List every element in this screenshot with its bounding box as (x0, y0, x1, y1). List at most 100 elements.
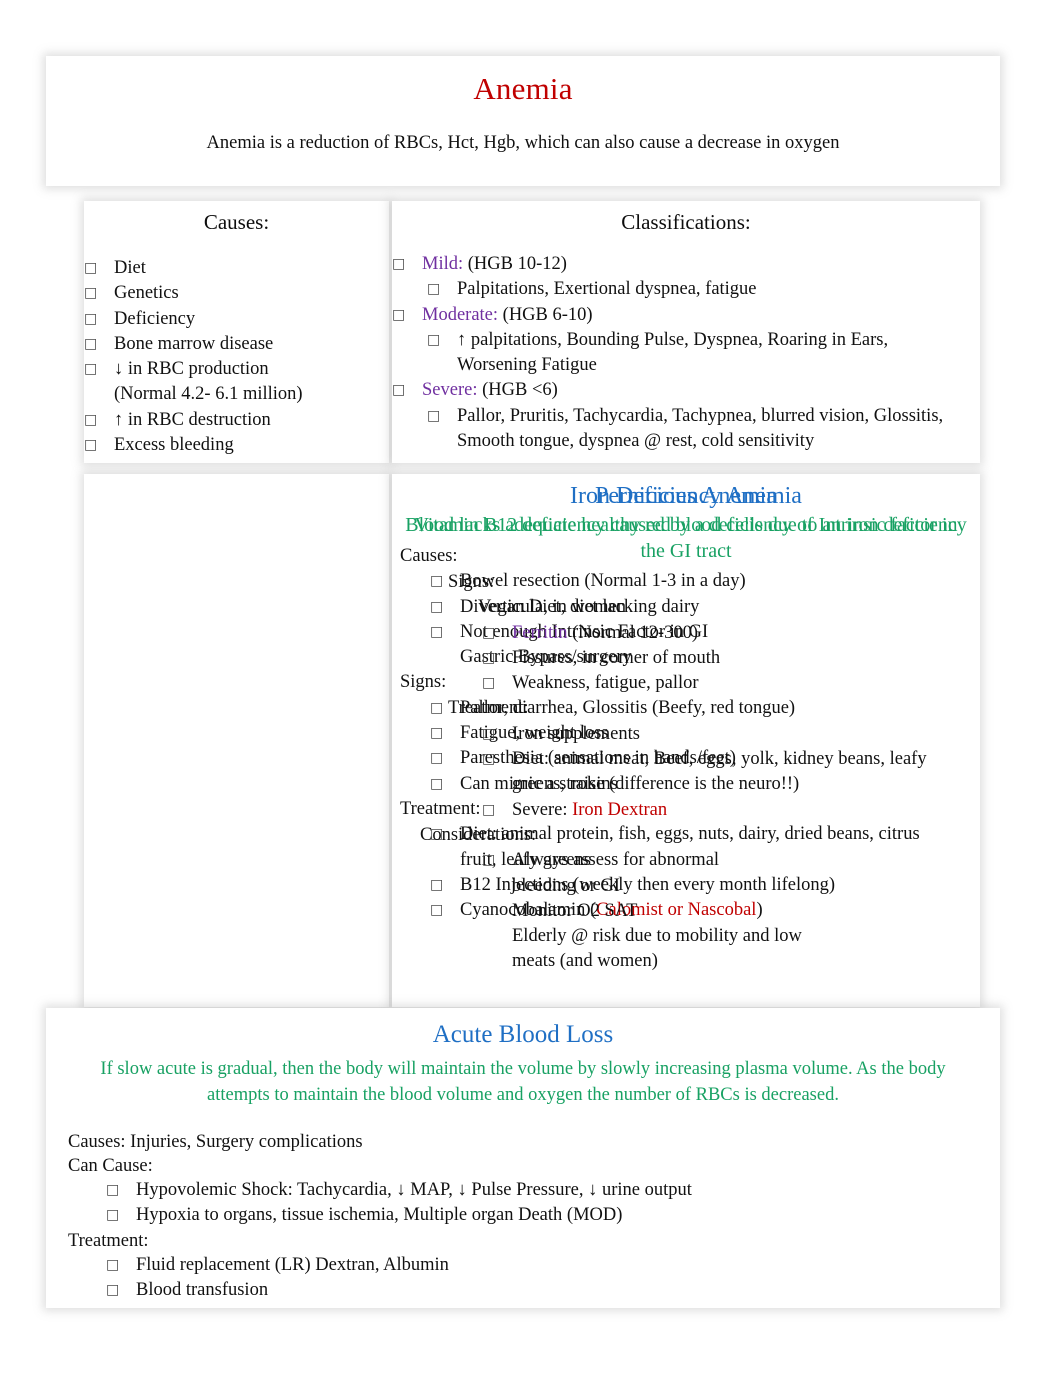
pernicious-treatment-item: Severe: Iron Dextran (512, 799, 668, 820)
pernicious-sign-label: Weakness, fatigue, pallor (512, 673, 699, 694)
pernicious-title: Pernicious Anemia (595, 483, 777, 509)
severity-range: (HGB 6-10) (498, 304, 593, 325)
acute-blood-loss-card: Acute Blood Loss If slow acute is gradua… (46, 1008, 1000, 1308)
pernicious-treatment-label: Treatment: (448, 698, 529, 719)
pernicious-treatment-item: Diet: animal meat, Beef, eggs, yolk, kid… (512, 749, 927, 795)
list-item: Pallor, Pruritis, Tachycardia, Tachypnea… (392, 404, 980, 455)
pernicious-considerations-label: Considerations: (420, 824, 537, 845)
pernicious-treatment-item: Iron supplements (512, 723, 640, 744)
list-item: Fluid replacement (LR) Dextran, Albumin (68, 1253, 1000, 1278)
square-bullet-icon (106, 1203, 136, 1228)
lab-value-highlight: Ferritin (512, 622, 568, 643)
square-bullet-icon (84, 332, 114, 357)
list-item: ↑ palpitations, Bounding Pulse, Dyspnea,… (392, 328, 980, 379)
causes-item-label: ↑ in RBC destruction (114, 409, 271, 430)
square-bullet-icon (482, 621, 512, 646)
list-item: Bone marrow disease (84, 332, 389, 357)
causes-item-label: Bone marrow disease (114, 333, 274, 354)
square-bullet-icon (482, 722, 512, 747)
list-item: Diet: animal meat, Beef, eggs, yolk, kid… (420, 747, 980, 798)
square-bullet-icon (392, 252, 422, 277)
classifications-list: Mild: (HGB 10-12) Palpitations, Exertion… (392, 252, 980, 454)
square-bullet-icon (106, 1178, 136, 1203)
square-bullet-icon (427, 277, 457, 302)
severity-label: Mild: (422, 254, 464, 274)
list-item: Palpitations, Exertional dyspnea, fatigu… (392, 277, 980, 302)
pernicious-considerations-list: Always assess for abnormal bleeding or G… (420, 848, 980, 974)
severity-label: Severe: (422, 380, 478, 401)
list-item: Excess bleeding (84, 433, 389, 458)
acute-treatment-item: Fluid replacement (LR) Dextran, Albumin (136, 1254, 449, 1275)
acute-blood-loss-body: Causes: Injuries, Surgery complications … (46, 1108, 1000, 1303)
severity-label: Moderate: (422, 304, 499, 325)
acute-can-cause-item: Hypoxia to organs, tissue ischemia, Mult… (136, 1205, 623, 1226)
square-bullet-icon (84, 256, 114, 281)
pernicious-signs-list: Vegan Diet, diet lacking dairy Ferritin … (420, 595, 980, 696)
list-item: Monitor O2 SAT (420, 899, 980, 924)
causes-list: Diet Genetics Deficiency Bone marrow dis… (84, 256, 389, 458)
acute-treatment-label: Treatment: (68, 1230, 149, 1251)
list-item: Hypovolemic Shock: Tachycardia, ↓ MAP, ↓… (68, 1178, 1000, 1203)
classification-level: Severe: (HGB <6) (422, 378, 927, 403)
acute-blood-loss-subtitle: If slow acute is gradual, then the body … (100, 1059, 946, 1105)
classification-level: Mild: (HGB 10-12) (422, 252, 927, 277)
pernicious-sign-label: Ferritin (Normal 12-300) (512, 622, 698, 643)
pernicious-subtitle: Vitamin B12 deficiency caused by a defic… (414, 514, 958, 562)
square-bullet-icon (106, 1278, 136, 1303)
list-item: Moderate: (HGB 6-10) (392, 303, 980, 328)
list-item: Deficiency (84, 307, 389, 332)
pernicious-treatment-list: Iron supplements Diet: animal meat, Beef… (420, 722, 980, 823)
square-bullet-icon (84, 307, 114, 332)
consideration-label: Always assess for abnormal bleeding or G… (512, 850, 720, 896)
square-bullet-icon (84, 357, 114, 382)
causes-heading: Causes: (203, 210, 270, 234)
severity-range: (HGB 10-12) (467, 254, 567, 274)
square-bullet-icon (482, 798, 512, 823)
classifications-heading: Classifications: (621, 210, 751, 234)
pernicious-anemia-block: Pernicious Anemia Vitamin B12 deficiency… (392, 474, 980, 975)
title-banner: Anemia Anemia is a reduction of RBCs, Hc… (46, 56, 1000, 186)
list-item: Hypoxia to organs, tissue ischemia, Mult… (68, 1203, 1000, 1228)
pernicious-sign-label: Vegan Diet, diet lacking dairy (478, 597, 700, 618)
list-item: Fissures, in corner of mouth (420, 646, 980, 671)
classification-level: Moderate: (HGB 6-10) (422, 303, 927, 328)
square-bullet-icon (84, 433, 114, 458)
page-subtitle: Anemia is a reduction of RBCs, Hct, Hgb,… (206, 133, 840, 153)
classifications-card: Classifications: Mild: (HGB 10-12) Palpi… (392, 201, 980, 463)
severity-signs: ↑ palpitations, Bounding Pulse, Dyspnea,… (457, 329, 889, 376)
list-item: Severe: (HGB <6) (392, 378, 980, 403)
page-title: Anemia (473, 71, 573, 106)
causes-item-label: Deficiency (114, 308, 196, 329)
causes-item-label: Excess bleeding (114, 435, 234, 456)
square-bullet-icon (482, 646, 512, 671)
pernicious-signs-label: Signs: (448, 572, 495, 592)
square-bullet-icon (106, 1253, 136, 1278)
acute-can-cause-item: Hypovolemic Shock: Tachycardia, ↓ MAP, ↓… (136, 1180, 692, 1200)
severity-range: (HGB <6) (482, 380, 558, 401)
square-bullet-icon (84, 281, 114, 306)
list-item: Diet (84, 256, 389, 281)
causes-item-label: Diet (114, 258, 146, 278)
square-bullet-icon (392, 378, 422, 403)
list-item: Ferritin (Normal 12-300) (420, 621, 980, 646)
pernicious-sign-label: Fissures, in corner of mouth (512, 647, 721, 668)
acute-can-cause-list: Hypovolemic Shock: Tachycardia, ↓ MAP, ↓… (68, 1178, 1000, 1229)
consideration-label: Elderly @ risk due to mobility and low m… (512, 926, 802, 972)
list-item: ↓ in RBC production (Normal 4.2- 6.1 mil… (84, 357, 389, 408)
drug-name-highlight: Iron Dextran (572, 799, 668, 820)
acute-blood-loss-title: Acute Blood Loss (432, 1021, 614, 1048)
acute-treatment-item: Blood transfusion (136, 1279, 269, 1300)
causes-card: Causes: Diet Genetics Deficiency Bone ma… (84, 201, 389, 463)
acute-treatment-list: Fluid replacement (LR) Dextran, Albumin … (68, 1253, 1000, 1304)
list-item: Mild: (HGB 10-12) (392, 252, 980, 277)
acute-can-cause-label: Can Cause: (68, 1156, 153, 1176)
empty-left-card (84, 474, 389, 1007)
severity-signs: Pallor, Pruritis, Tachycardia, Tachypnea… (457, 405, 944, 452)
list-item: Always assess for abnormal bleeding or G… (420, 848, 980, 899)
square-bullet-icon (482, 671, 512, 696)
list-item: Blood transfusion (68, 1278, 1000, 1303)
square-bullet-icon (427, 328, 457, 353)
square-bullet-icon (427, 404, 457, 429)
list-item: Vegan Diet, diet lacking dairy (420, 595, 980, 620)
square-bullet-icon (482, 848, 512, 873)
